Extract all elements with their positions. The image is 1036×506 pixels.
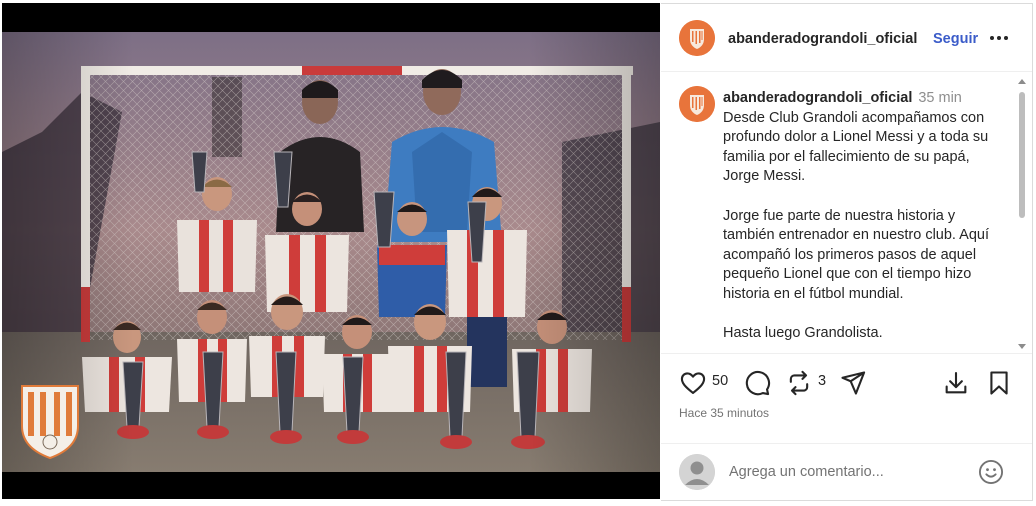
post-timestamp[interactable]: Hace 35 minutos: [679, 406, 769, 420]
post-header: abanderadograndoli_oficial Seguir: [661, 4, 1032, 72]
bookmark-icon[interactable]: [985, 369, 1013, 397]
header-username[interactable]: abanderadograndoli_oficial: [728, 31, 917, 47]
action-bar: 50 3 Hace 35 minutos: [661, 353, 1032, 443]
scroll-up-icon[interactable]: [1018, 79, 1026, 84]
scroll-down-icon[interactable]: [1018, 344, 1026, 349]
caption-time: 35 min: [918, 90, 962, 106]
caption-body: Desde Club Grandoli acompañamos con prof…: [723, 109, 990, 342]
repost-count[interactable]: 3: [818, 373, 826, 389]
follow-button[interactable]: Seguir: [933, 31, 978, 47]
post-media[interactable]: [2, 3, 660, 499]
caption-scrollbar[interactable]: [1016, 76, 1028, 352]
caption-avatar[interactable]: [679, 86, 715, 122]
emoji-icon[interactable]: [977, 458, 1005, 486]
team-photo: [2, 32, 660, 472]
heart-icon[interactable]: [679, 369, 707, 397]
like-count[interactable]: 50: [712, 373, 728, 389]
user-avatar: [679, 454, 715, 490]
caption-section: abanderadograndoli_oficial 35 min Desde C…: [661, 73, 1032, 353]
download-icon[interactable]: [942, 369, 970, 397]
comment-icon[interactable]: [743, 369, 771, 397]
repost-icon[interactable]: [785, 369, 813, 397]
share-icon[interactable]: [839, 369, 867, 397]
caption-text: abanderadograndoli_oficial 35 min Desde C…: [723, 89, 1007, 344]
scroll-thumb[interactable]: [1019, 92, 1025, 218]
profile-avatar[interactable]: [679, 20, 715, 56]
comment-input[interactable]: [729, 459, 959, 485]
more-horizontal-icon[interactable]: [987, 26, 1011, 50]
comment-box: [661, 443, 1032, 501]
club-crest-watermark: [18, 382, 82, 460]
caption-username[interactable]: abanderadograndoli_oficial: [723, 90, 912, 106]
post-sidebar: abanderadograndoli_oficial Seguir abande…: [661, 3, 1033, 501]
